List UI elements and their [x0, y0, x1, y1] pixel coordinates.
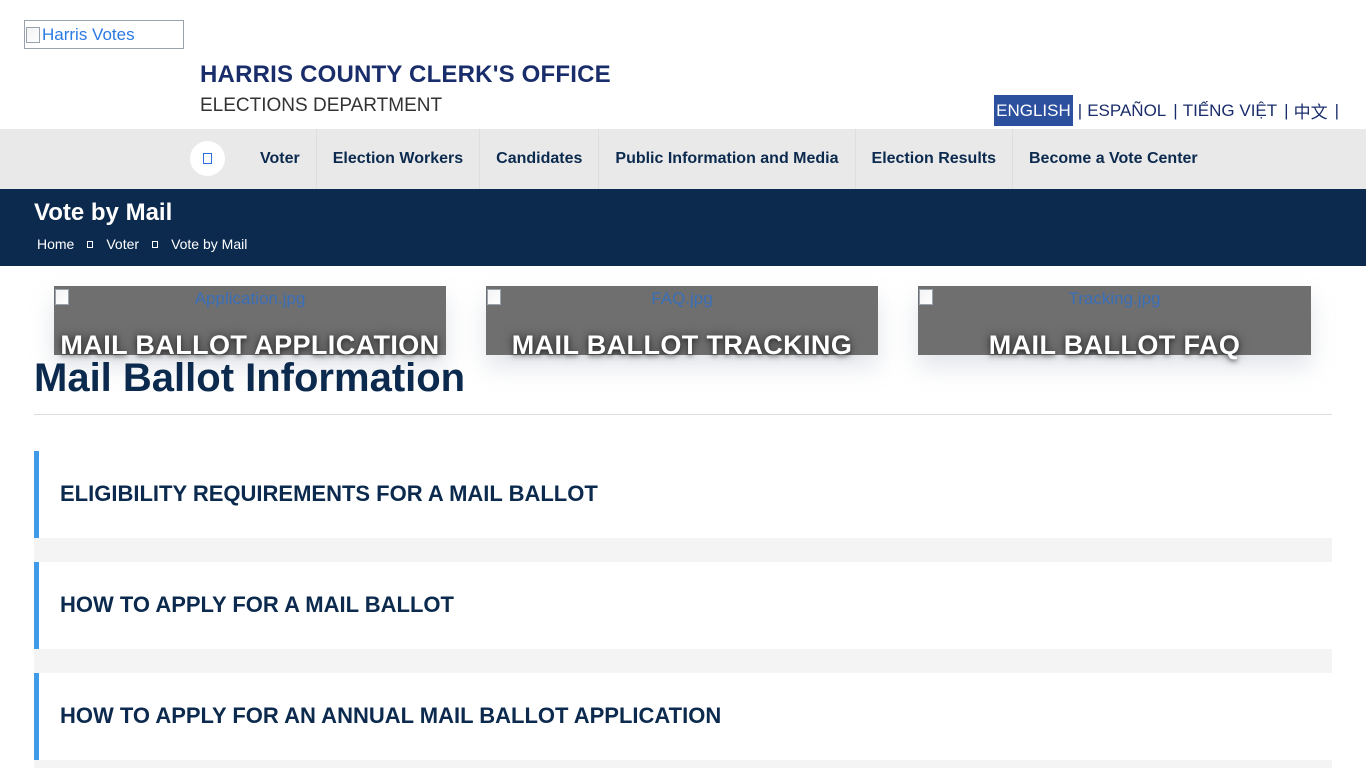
- language-separator: |: [1173, 100, 1178, 120]
- accordion-how-to-apply[interactable]: HOW TO APPLY FOR A MAIL BALLOT: [34, 562, 1332, 649]
- page-title: Vote by Mail: [34, 199, 173, 226]
- breadcrumb-separator-icon: [152, 240, 159, 248]
- card-mail-ballot-faq[interactable]: Tracking.jpg MAIL BALLOT FAQ: [918, 286, 1311, 360]
- language-separator: |: [1334, 100, 1339, 120]
- card-image-alt: Tracking.jpg: [918, 289, 1311, 309]
- language-separator: |: [1284, 100, 1289, 120]
- card-mail-ballot-tracking[interactable]: FAQ.jpg MAIL BALLOT TRACKING: [486, 286, 878, 360]
- accordion-title: HOW TO APPLY FOR AN ANNUAL MAIL BALLOT A…: [60, 703, 722, 728]
- breadcrumb-separator-icon: [87, 240, 94, 248]
- card-label: MAIL BALLOT TRACKING: [511, 330, 853, 360]
- nav-list: Voter Election Workers Candidates Public…: [244, 129, 1214, 189]
- language-vietnamese[interactable]: TIẾNG VIỆT: [1181, 101, 1279, 121]
- accordion-annual-application[interactable]: HOW TO APPLY FOR AN ANNUAL MAIL BALLOT A…: [34, 673, 1332, 760]
- card-image-alt: FAQ.jpg: [486, 289, 878, 309]
- nav-item-candidates[interactable]: Candidates: [480, 129, 600, 189]
- language-chinese[interactable]: 中文: [1292, 98, 1330, 123]
- logo-alt-text: Harris Votes: [42, 25, 135, 44]
- card-image-alt-text: Application.jpg: [194, 289, 306, 308]
- card-image-alt-text: FAQ.jpg: [651, 289, 713, 308]
- broken-image-icon: [26, 26, 40, 43]
- broken-image-icon: [55, 289, 69, 305]
- accordion-eligibility[interactable]: ELIGIBILITY REQUIREMENTS FOR A MAIL BALL…: [34, 451, 1332, 538]
- card-image-alt: Application.jpg: [54, 289, 446, 309]
- breadcrumb-home[interactable]: Home: [37, 236, 74, 252]
- language-selector: ENGLISH | ESPAÑOL | TIẾNG VIỆT | 中文 |: [994, 95, 1342, 126]
- nav-item-public-information[interactable]: Public Information and Media: [599, 129, 856, 189]
- breadcrumb-voter[interactable]: Voter: [106, 236, 139, 252]
- section-title: Mail Ballot Information: [34, 356, 466, 400]
- broken-image-icon: [487, 289, 501, 305]
- page-banner: Vote by Mail Home Voter Vote by Mail: [0, 189, 1366, 266]
- main-nav: Voter Election Workers Candidates Public…: [0, 129, 1366, 189]
- nav-item-become-vote-center[interactable]: Become a Vote Center: [1013, 129, 1214, 189]
- breadcrumb: Home Voter Vote by Mail: [37, 236, 247, 252]
- breadcrumb-current: Vote by Mail: [171, 236, 248, 252]
- accordion-spacer: [34, 649, 1332, 673]
- broken-image-icon: [919, 289, 933, 305]
- card-image-alt-text: Tracking.jpg: [1068, 289, 1161, 308]
- org-subtitle: ELECTIONS DEPARTMENT: [200, 95, 443, 116]
- logo-link[interactable]: Harris Votes: [24, 20, 184, 49]
- section-divider: [34, 414, 1332, 415]
- card-label: MAIL BALLOT APPLICATION: [60, 330, 440, 360]
- card-label: MAIL BALLOT FAQ: [988, 330, 1241, 360]
- language-separator: |: [1077, 100, 1083, 120]
- nav-item-election-workers[interactable]: Election Workers: [317, 129, 481, 189]
- home-icon: [203, 153, 212, 164]
- nav-item-election-results[interactable]: Election Results: [856, 129, 1013, 189]
- nav-item-voter[interactable]: Voter: [244, 129, 317, 189]
- home-button[interactable]: [190, 141, 225, 176]
- accordion-title: HOW TO APPLY FOR A MAIL BALLOT: [60, 592, 454, 617]
- accordion-spacer: [34, 760, 1332, 768]
- language-spanish[interactable]: ESPAÑOL: [1085, 101, 1168, 121]
- accordion-spacer: [34, 538, 1332, 562]
- language-english[interactable]: ENGLISH: [994, 95, 1073, 126]
- org-title: HARRIS COUNTY CLERK'S OFFICE: [200, 61, 611, 88]
- accordion-title: ELIGIBILITY REQUIREMENTS FOR A MAIL BALL…: [60, 481, 598, 506]
- card-mail-ballot-application[interactable]: Application.jpg MAIL BALLOT APPLICATION: [54, 286, 446, 360]
